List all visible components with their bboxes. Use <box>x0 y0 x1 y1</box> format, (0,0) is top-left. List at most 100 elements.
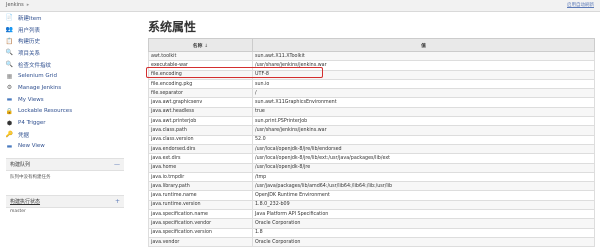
property-name-cell: java.library.path <box>148 181 253 192</box>
sidebar-item[interactable]: ⚙ Manage Jenkins <box>0 82 130 94</box>
sidebar-item[interactable]: ▦ Selenium Grid <box>0 70 130 82</box>
sidebar-item-label: My Views <box>18 96 44 103</box>
gear-icon: ⚙ <box>6 84 13 92</box>
executor-status-title[interactable]: 构建执行状态 <box>10 198 40 205</box>
credentials-icon: 🔑 <box>5 131 14 139</box>
fingerprint-icon: 🔍 <box>5 61 14 69</box>
property-name-cell: java.awt.graphicsenv <box>148 97 253 108</box>
new-view-icon: ▬ <box>6 142 13 150</box>
build-queue-header: 构建队列 — <box>6 158 124 172</box>
table-header-row: 名称 ↓ 值 <box>148 38 595 52</box>
table-row: java.class.version 52.0 <box>148 134 595 145</box>
table-row: java.vendor Oracle Corporation <box>148 236 595 248</box>
sidebar-item-label: 项目关系 <box>18 50 41 57</box>
property-name-cell: file.separator <box>148 88 253 99</box>
property-value-cell: sun.awt.X11GraphicsEnvironment <box>252 97 595 108</box>
property-value-cell: /usr/share/jenkins/jenkins.war <box>252 125 595 136</box>
table-row: file.separator / <box>148 88 595 99</box>
table-row: java.specification.version 1.8 <box>148 227 595 238</box>
sidebar-item[interactable]: 📋 构建历史 <box>0 35 130 47</box>
table-row: java.runtime.name OpenJDK Runtime Environ… <box>148 190 595 201</box>
build-queue-title[interactable]: 构建队列 <box>10 161 30 168</box>
build-queue-empty-text: 队列中没有构建任务 <box>10 175 51 181</box>
sidebar-item-label: P4 Trigger <box>18 120 46 127</box>
property-name-cell: awt.toolkit <box>148 50 253 62</box>
sidebar: 📄 新建Item 👥 用户列表 📋 构建历史 🔍 项目关系 🔍 检查文件指纹 ▦ Selenium G… <box>0 12 130 252</box>
property-name-cell: file.encoding.pkg <box>148 78 253 90</box>
property-value-cell: UTF-8 <box>252 69 595 80</box>
top-bar: Jenkins ▸ 启用自动刷新 <box>0 0 600 12</box>
sidebar-item[interactable]: 🔍 检查文件指纹 <box>0 59 130 71</box>
sidebar-item-label: 凭据 <box>18 132 30 139</box>
property-name-cell: executable-war <box>148 60 253 71</box>
property-name-cell: java.home <box>148 162 253 173</box>
property-value-cell: Oracle Corporation <box>252 236 595 248</box>
expand-icon[interactable]: + <box>115 198 120 205</box>
table-row: java.io.tmpdir/tmp <box>148 171 595 183</box>
property-name-cell: java.endorsed.dirs <box>148 143 253 155</box>
property-name-cell: java.ext.dirs <box>148 153 253 164</box>
table-row: java.class.path/usr/share/jenkins/jenkin… <box>148 125 595 136</box>
sidebar-item-label: 检查文件指纹 <box>18 62 52 69</box>
table-row: java.endorsed.dirs/usr/local/openjdk-8/j… <box>148 143 595 155</box>
build-queue-body: 队列中没有构建任务 <box>6 171 124 189</box>
executor-node-master[interactable]: master <box>10 209 26 214</box>
sidebar-item[interactable]: 🔒 Lockable Resources <box>0 106 130 118</box>
table-row: java.ext.dirs/usr/local/openjdk-8/jre/li… <box>148 153 595 164</box>
sidebar-item-label: Lockable Resources <box>18 108 73 115</box>
sidebar-item[interactable]: 🔑 凭据 <box>0 129 130 141</box>
sidebar-item-label: Manage Jenkins <box>18 84 62 91</box>
property-name-cell: java.io.tmpdir <box>148 171 253 183</box>
chevron-right-icon: ▸ <box>26 2 30 8</box>
property-name-cell: file.encoding <box>148 69 253 80</box>
sidebar-item[interactable]: ▬ My Views <box>0 94 130 106</box>
property-value-cell: OpenJDK Runtime Environment <box>252 190 595 201</box>
property-name-cell: java.runtime.version <box>148 199 253 211</box>
table-row: java.library.path/usr/java/packages/lib/… <box>148 181 595 192</box>
table-row: executable-war/usr/share/jenkins/jenkins… <box>148 60 595 71</box>
property-name-cell: java.awt.printerjob <box>148 116 253 127</box>
table-row: java.awt.printerjob sun.print.PSPrinterJo… <box>148 116 595 127</box>
property-value-cell: sun.print.PSPrinterJob <box>252 116 595 127</box>
property-name-cell: java.class.path <box>148 125 253 136</box>
sidebar-item-label: 新建Item <box>18 15 42 22</box>
executor-status-header: 构建执行状态 + <box>6 195 124 209</box>
sidebar-item[interactable]: ▬ New View <box>0 141 130 153</box>
table-row: file.encoding.pkg sun.io <box>148 78 595 90</box>
sidebar-item-label: 构建历史 <box>18 39 41 46</box>
property-value-cell: Oracle Corporation <box>252 218 595 229</box>
page-title: 系统属性 <box>148 20 197 34</box>
sort-arrow-icon[interactable]: ↓ <box>204 44 208 49</box>
property-value-cell: /usr/java/packages/lib/amd64:/usr/lib64:… <box>252 181 595 192</box>
auto-refresh-link[interactable]: 启用自动刷新 <box>567 1 594 10</box>
breadcrumb: Jenkins ▸ <box>6 1 29 10</box>
property-value-cell: / <box>252 88 595 99</box>
table-row: java.home/usr/local/openjdk-8/jre <box>148 162 595 173</box>
sidebar-item[interactable]: 📄 新建Item <box>0 12 130 24</box>
property-value-cell: sun.awt.X11.XToolkit <box>252 50 595 62</box>
column-header-value[interactable]: 值 <box>252 38 595 52</box>
table-row: java.awt.headless true <box>148 106 595 118</box>
property-value-cell: 1.8.0_232-b09 <box>252 199 595 211</box>
property-name-cell: java.specification.name <box>148 209 253 220</box>
sidebar-item-label: 用户列表 <box>18 27 41 34</box>
table-row: java.awt.graphicsenv sun.awt.X11GraphicsE… <box>148 97 595 108</box>
column-header-name[interactable]: 名称 ↓ <box>148 38 253 52</box>
sidebar-item[interactable]: ⬢ P4 Trigger <box>0 117 130 129</box>
table-row: java.specification.vendor Oracle Corporat… <box>148 218 595 229</box>
lock-icon: 🔒 <box>5 107 14 115</box>
folder-icon: ▬ <box>6 96 13 104</box>
system-properties-table: 名称 ↓ 值 awt.toolkit sun.awt.X11.XToolkit exe… <box>148 38 595 248</box>
sidebar-item-label: New View <box>18 143 45 150</box>
breadcrumb-jenkins[interactable]: Jenkins <box>6 1 24 10</box>
property-name-cell: java.awt.headless <box>148 106 253 118</box>
property-name-cell: java.specification.version <box>148 227 253 238</box>
sidebar-item-label: Selenium Grid <box>18 73 57 80</box>
property-name-cell: java.vendor <box>148 236 253 248</box>
sidebar-item[interactable]: 👥 用户列表 <box>0 24 130 36</box>
property-value-cell: 52.0 <box>252 134 595 145</box>
sidebar-item[interactable]: 🔍 项目关系 <box>0 47 130 59</box>
property-name-cell: java.specification.vendor <box>148 218 253 229</box>
table-row: java.runtime.version 1.8.0_232-b09 <box>148 199 595 211</box>
collapse-icon[interactable]: — <box>114 161 120 168</box>
